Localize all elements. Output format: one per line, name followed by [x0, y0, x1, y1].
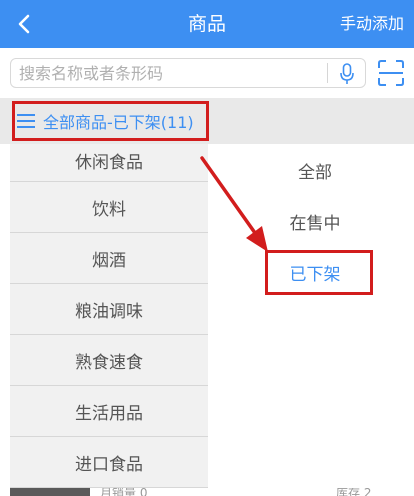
category-item[interactable]: 熟食速食	[10, 335, 208, 386]
manual-add-button[interactable]: 手动添加	[340, 0, 404, 48]
status-panel: 全部 在售中 已下架	[208, 144, 414, 488]
filter-label: 全部商品-已下架(11)	[43, 113, 194, 132]
status-option-all[interactable]: 全部	[208, 158, 414, 183]
category-item[interactable]: 进口食品	[10, 437, 208, 488]
category-item[interactable]: 休闲食品	[10, 144, 208, 182]
annotation-box	[265, 250, 373, 295]
filter-bar: 全部商品-已下架(11)	[0, 98, 414, 144]
category-item[interactable]: 粮油调味	[10, 284, 208, 335]
product-thumbnail	[10, 488, 90, 496]
category-item[interactable]: 烟酒	[10, 233, 208, 284]
category-item[interactable]: 生活用品	[10, 386, 208, 437]
top-nav-bar: 商品 手动添加	[0, 0, 414, 48]
search-box	[10, 58, 366, 88]
scan-button[interactable]	[376, 58, 406, 88]
search-divider	[327, 63, 328, 83]
product-row-partial[interactable]: 月销量 0 库存 2	[0, 488, 414, 496]
search-row	[0, 48, 414, 98]
stock-text: 库存 2	[336, 488, 372, 496]
microphone-icon	[340, 63, 354, 84]
monthly-sales-text: 月销量 0	[100, 488, 148, 496]
category-item[interactable]: 饮料	[10, 182, 208, 233]
category-filter-button[interactable]: 全部商品-已下架(11)	[12, 101, 209, 141]
category-list: 休闲食品 饮料 烟酒 粮油调味 熟食速食 生活用品 进口食品	[10, 144, 208, 488]
status-option-on-sale[interactable]: 在售中	[208, 209, 414, 234]
menu-icon	[17, 114, 35, 128]
search-input[interactable]	[19, 59, 319, 87]
scan-icon	[378, 60, 404, 86]
voice-search-button[interactable]	[333, 61, 361, 87]
